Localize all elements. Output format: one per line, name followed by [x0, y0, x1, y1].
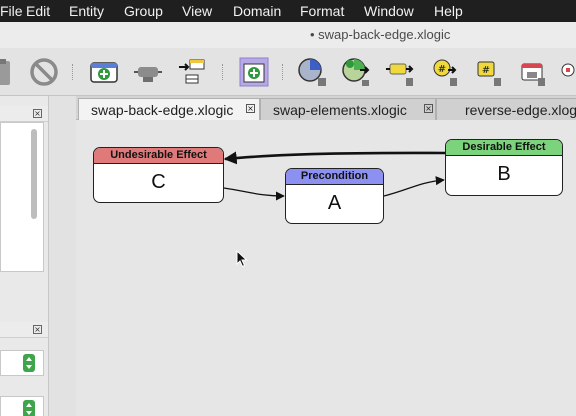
node-label: A	[327, 192, 342, 214]
overflow-icon[interactable]	[560, 56, 576, 88]
tab-bar: swap-back-edge.xlogic × swap-elements.xl…	[76, 96, 576, 121]
menu-view[interactable]: View	[182, 3, 212, 19]
node-header: Desirable Effect	[446, 140, 562, 156]
close-icon[interactable]: ×	[33, 109, 42, 118]
tab-swap-back-edge[interactable]: swap-back-edge.xlogic ×	[78, 98, 260, 121]
close-icon[interactable]: ×	[246, 104, 255, 113]
no-entry-icon[interactable]	[28, 56, 60, 88]
toolbar-separator	[222, 64, 224, 80]
node-label: C	[151, 171, 166, 193]
node-label: B	[497, 163, 511, 185]
select-stepper-icon[interactable]	[23, 400, 35, 416]
add-pie-node-icon[interactable]	[340, 56, 372, 88]
node-header: Undesirable Effect	[94, 148, 223, 164]
gripper-icon[interactable]	[132, 56, 164, 88]
menu-window[interactable]: Window	[364, 3, 414, 19]
lock-window-icon[interactable]	[516, 56, 548, 88]
tab-label: reverse-edge.xlogic	[465, 102, 576, 118]
node-header: Precondition	[286, 169, 383, 185]
toolbar-separator	[282, 64, 284, 80]
scrollbar-thumb[interactable]	[31, 129, 37, 219]
tab-label: swap-back-edge.xlogic	[91, 102, 234, 118]
menu-bar: File Edit Entity Group View Domain Forma…	[0, 0, 576, 22]
tab-reverse-edge[interactable]: reverse-edge.xlogic	[436, 98, 576, 120]
toolbar: # #	[0, 48, 576, 96]
close-icon[interactable]: ×	[424, 104, 433, 113]
node-desirable-effect-b[interactable]: Desirable Effect B	[445, 139, 563, 196]
title-bar: • swap-back-edge.xlogic	[0, 22, 576, 48]
add-state-icon[interactable]	[88, 56, 120, 88]
menu-help[interactable]: Help	[434, 3, 463, 19]
svg-text:#: #	[482, 65, 490, 76]
window-title: • swap-back-edge.xlogic	[310, 27, 451, 42]
node-undesirable-effect-c[interactable]: Undesirable Effect C	[93, 147, 224, 203]
properties-panel-header: ×	[0, 322, 48, 338]
close-icon[interactable]: ×	[33, 325, 42, 334]
resistor-node-icon[interactable]	[384, 56, 416, 88]
insert-row-icon[interactable]	[176, 56, 208, 88]
property-select[interactable]	[0, 350, 44, 376]
menu-entity[interactable]: Entity	[69, 3, 104, 19]
menu-format[interactable]: Format	[300, 3, 344, 19]
property-select[interactable]	[0, 396, 44, 416]
outline-panel[interactable]	[0, 122, 44, 272]
document-icon[interactable]	[0, 56, 18, 88]
node-precondition-a[interactable]: Precondition A	[285, 168, 384, 224]
hash-node-icon[interactable]: #	[428, 56, 460, 88]
menu-group[interactable]: Group	[124, 3, 163, 19]
tab-label: swap-elements.xlogic	[273, 102, 407, 118]
select-stepper-icon[interactable]	[23, 354, 35, 372]
pie-node-icon[interactable]	[296, 56, 328, 88]
menu-domain[interactable]: Domain	[233, 3, 281, 19]
sidebar-divider[interactable]	[48, 96, 76, 416]
tab-swap-elements[interactable]: swap-elements.xlogic ×	[260, 98, 436, 120]
menu-edit[interactable]: Edit	[26, 3, 50, 19]
add-entity-icon[interactable]	[238, 56, 270, 88]
toolbar-separator	[72, 64, 74, 80]
hash-note-icon[interactable]: #	[472, 56, 504, 88]
outline-panel-header: ×	[0, 106, 48, 122]
cursor-icon	[236, 250, 248, 268]
menu-file[interactable]: File	[0, 3, 23, 19]
left-sidebar: × ×	[0, 96, 48, 416]
svg-text:#: #	[438, 64, 446, 75]
